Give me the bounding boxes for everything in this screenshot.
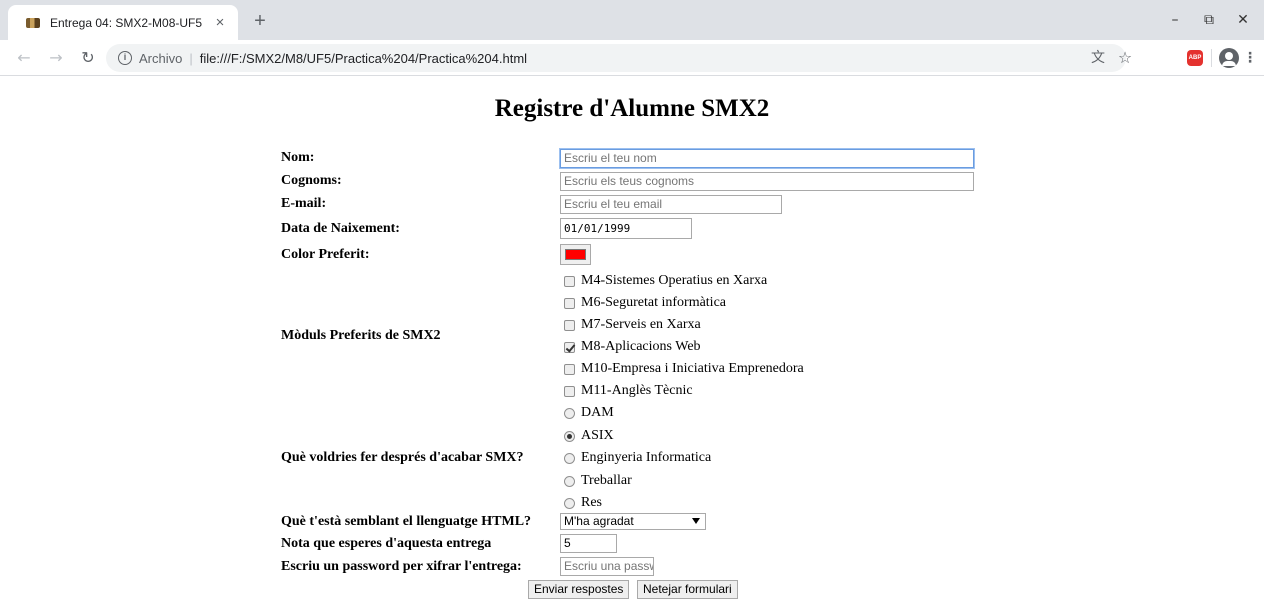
nota-label: Nota que esperes d'aquesta entrega (281, 536, 492, 551)
html-opinio-select[interactable]: M'ha agradat (560, 513, 706, 530)
modul-option[interactable]: M11-Anglès Tècnic (564, 382, 693, 400)
color-label: Color Preferit: (281, 247, 370, 262)
futur-option-label: DAM (581, 405, 614, 420)
forward-icon[interactable]: → (44, 46, 68, 70)
chevron-down-icon (692, 518, 700, 524)
futur-radio[interactable] (564, 407, 575, 419)
nom-input[interactable]: Escriu el teu nom (560, 149, 974, 168)
address-bar[interactable]: i Archivo | file:///F:/SMX2/M8/UF5/Pract… (106, 44, 1126, 72)
futur-option-label: Res (581, 495, 602, 510)
modul-option-label: M10-Empresa i Iniciativa Emprenedora (581, 361, 804, 376)
moduls-label: Mòduls Preferits de SMX2 (281, 328, 441, 343)
toolbar-divider (1211, 49, 1212, 67)
futur-option[interactable]: DAM (564, 404, 614, 422)
futur-option-label: Enginyeria Informatica (581, 450, 712, 465)
modul-option[interactable]: M6-Seguretat informàtica (564, 294, 726, 312)
new-tab-button[interactable]: + (248, 9, 272, 33)
back-icon[interactable]: ← (12, 46, 36, 70)
star-icon[interactable]: ☆ (1115, 48, 1135, 68)
page-title: Registre d'Alumne SMX2 (494, 95, 770, 122)
modul-option-label: M4-Sistemes Operatius en Xarxa (581, 273, 768, 288)
cognoms-label: Cognoms: (281, 173, 342, 188)
futur-radio[interactable] (564, 475, 575, 487)
futur-option[interactable]: Treballar (564, 472, 632, 490)
modul-checkbox[interactable] (564, 363, 575, 375)
modul-option[interactable]: M8-Aplicacions Web (564, 338, 701, 356)
futur-option-label: ASIX (581, 428, 614, 443)
browser-tab[interactable]: Entrega 04: SMX2-M08-UF5 × (8, 5, 238, 40)
tab-close-icon[interactable]: × (210, 13, 230, 33)
html-opinio-label: Què t'està semblant el llenguatge HTML? (281, 514, 532, 529)
password-input[interactable]: Escriu una passw (560, 557, 654, 576)
futur-radio[interactable] (564, 452, 575, 464)
futur-radio[interactable] (564, 497, 575, 509)
modul-checkbox[interactable] (564, 319, 575, 331)
modul-option-label: M7-Serveis en Xarxa (581, 317, 701, 332)
modul-checkbox[interactable] (564, 341, 575, 353)
account-icon[interactable] (1219, 48, 1239, 68)
menu-icon[interactable]: ⋮ (1240, 48, 1260, 68)
translate-icon[interactable]: 文 (1088, 48, 1108, 68)
futur-option[interactable]: Res (564, 494, 602, 512)
futur-label: Què voldries fer després d'acabar SMX? (281, 450, 524, 465)
nom-label: Nom: (281, 150, 315, 165)
modul-option-label: M11-Anglès Tècnic (581, 383, 693, 398)
modul-option-label: M8-Aplicacions Web (581, 339, 701, 354)
futur-option[interactable]: Enginyeria Informatica (564, 449, 711, 467)
tab-strip: Entrega 04: SMX2-M08-UF5 × + – ⧉ ✕ (0, 0, 1264, 40)
email-label: E-mail: (281, 196, 327, 211)
minimize-icon[interactable]: – (1160, 8, 1190, 32)
restore-icon[interactable]: ⧉ (1194, 8, 1224, 32)
password-label: Escriu un password per xifrar l'entrega: (281, 559, 522, 574)
address-separator: | (189, 50, 193, 66)
futur-radio[interactable] (564, 430, 575, 442)
color-picker[interactable] (560, 244, 591, 265)
futur-option-label: Treballar (581, 473, 632, 488)
email-input[interactable]: Escriu el teu email (560, 195, 782, 214)
reset-button[interactable]: Netejar formulari (637, 580, 738, 599)
modul-checkbox[interactable] (564, 275, 575, 287)
modul-checkbox[interactable] (564, 297, 575, 309)
modul-option[interactable]: M7-Serveis en Xarxa (564, 316, 701, 334)
favicon-icon (26, 17, 40, 28)
adblock-icon[interactable]: ABP (1187, 50, 1203, 66)
html-opinio-selected: M'ha agradat (564, 514, 634, 528)
cognoms-input[interactable]: Escriu els teus cognoms (560, 172, 974, 191)
address-scheme-label: Archivo (139, 50, 183, 66)
birthdate-input[interactable]: 01/01/1999 (560, 218, 692, 239)
reload-icon[interactable]: ↻ (76, 46, 100, 70)
modul-option[interactable]: M4-Sistemes Operatius en Xarxa (564, 272, 767, 290)
color-swatch (565, 249, 586, 260)
browser-toolbar: ← → ↻ i Archivo | file:///F:/SMX2/M8/UF5… (0, 40, 1264, 76)
modul-checkbox[interactable] (564, 385, 575, 397)
naixement-label: Data de Naixement: (281, 221, 400, 236)
info-icon[interactable]: i (118, 51, 132, 65)
address-url: file:///F:/SMX2/M8/UF5/Practica%204/Prac… (199, 50, 528, 66)
close-icon[interactable]: ✕ (1228, 8, 1258, 32)
modul-option[interactable]: M10-Empresa i Iniciativa Emprenedora (564, 360, 804, 378)
tab-title: Entrega 04: SMX2-M08-UF5 (50, 15, 203, 30)
modul-option-label: M6-Seguretat informàtica (581, 295, 727, 310)
futur-option[interactable]: ASIX (564, 427, 614, 445)
submit-button[interactable]: Enviar respostes (528, 580, 630, 599)
nota-input[interactable]: 5 (560, 534, 617, 553)
